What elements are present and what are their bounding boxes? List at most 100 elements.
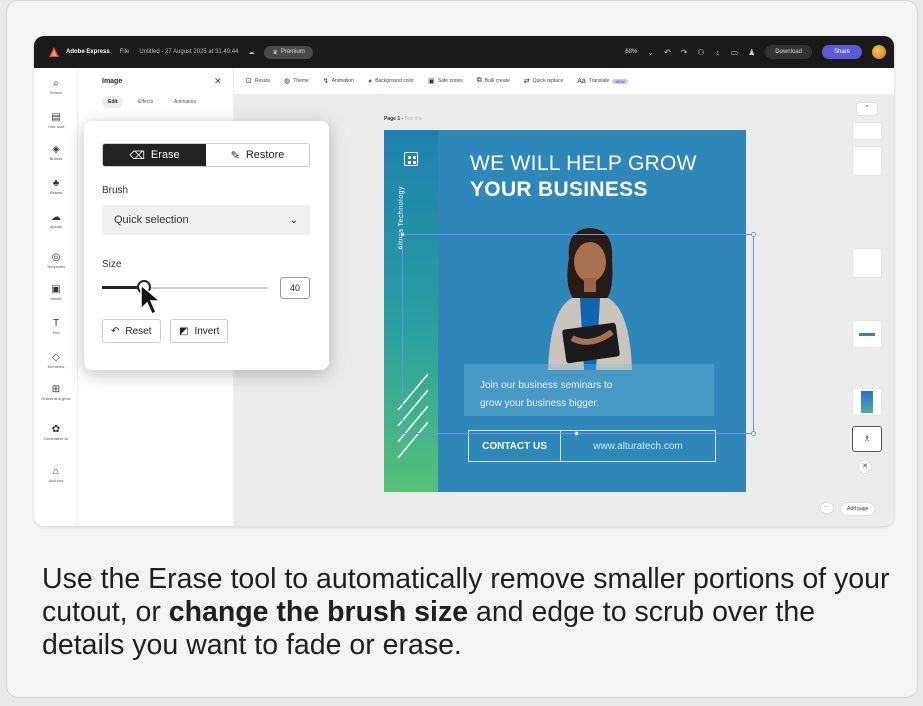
- brush-icon: ✎: [230, 149, 240, 162]
- erase-restore-toggle: ⌫ Erase ✎ Restore: [102, 143, 310, 167]
- page-thumbnail[interactable]: [852, 248, 882, 278]
- rail-item-search[interactable]: ⌕ Search: [34, 78, 78, 95]
- subtext-line-1[interactable]: Join our business seminars to: [480, 380, 612, 391]
- translate-button[interactable]: Aa Translate NEW: [577, 78, 628, 85]
- text-icon: T: [52, 318, 60, 329]
- tab-effects[interactable]: Effects: [132, 96, 159, 108]
- person-icon[interactable]: ♟: [748, 48, 755, 57]
- vertical-brand-text: Altura Technology: [398, 185, 405, 250]
- page-thumbnail[interactable]: [852, 320, 882, 348]
- restore-option[interactable]: ✎ Restore: [206, 144, 309, 166]
- reset-icon: ↶: [111, 325, 120, 337]
- rail-item-templates[interactable]: ◎ Templates: [34, 252, 78, 269]
- quick-replace-button[interactable]: ⇄ Quick replace: [524, 77, 563, 85]
- crown-icon: ♛: [272, 49, 278, 56]
- safe-zones-icon: ▣: [428, 78, 435, 85]
- ai-icon: ✿: [51, 424, 61, 435]
- rail-item-your-stuff[interactable]: ▤ Your stuff: [34, 112, 78, 129]
- selection-handle[interactable]: [751, 431, 756, 436]
- resize-label: Resize: [254, 78, 271, 84]
- more-options-icon[interactable]: ···: [820, 502, 834, 514]
- theme-icon: ◍: [284, 78, 291, 85]
- rail-item-generative-ai[interactable]: ✿ Generative AI: [34, 424, 78, 441]
- rail-label: Search: [49, 90, 63, 95]
- rail-item-text[interactable]: T Text: [34, 318, 78, 335]
- theme-label: Theme: [293, 78, 309, 84]
- rail-item-charts[interactable]: ⊞ Charts and grids: [34, 384, 78, 401]
- undo-icon[interactable]: ↶: [664, 48, 671, 57]
- rail-item-addons[interactable]: ⌂ Add-ons: [34, 466, 78, 483]
- subtext-line-2[interactable]: grow your business bigger.: [480, 398, 599, 409]
- invert-label: Invert: [194, 325, 220, 337]
- bulk-create-button[interactable]: ⧉ Bulk create: [477, 77, 510, 85]
- page-label[interactable]: Page 1 - Add title: [384, 116, 423, 122]
- translate-icon: Aa: [577, 77, 586, 85]
- headline-line-1[interactable]: WE WILL HELP GROW: [470, 152, 697, 176]
- page-thumbnail[interactable]: [852, 146, 882, 176]
- rail-item-elements[interactable]: ◇ Elements: [34, 352, 78, 369]
- erase-option[interactable]: ⌫ Erase: [103, 144, 206, 166]
- thumb-bar: [859, 332, 875, 336]
- page-thumbnail-active[interactable]: ♗: [852, 426, 882, 452]
- rail-label: Generative AI: [43, 436, 69, 441]
- reset-button[interactable]: ↶ Reset: [102, 319, 161, 343]
- rail-item-media[interactable]: ▣ Media: [34, 284, 78, 301]
- cloud-icon: ☁: [248, 49, 255, 56]
- design-page[interactable]: Altura Technology WE WILL HELP GROW YOUR…: [384, 130, 746, 492]
- add-page-button[interactable]: Add page: [840, 502, 876, 516]
- adobe-express-logo-icon: [49, 47, 59, 57]
- close-icon[interactable]: ✕: [858, 460, 872, 474]
- zoom-select[interactable]: 68%: [625, 49, 637, 55]
- tab-animation[interactable]: Animation: [168, 96, 202, 108]
- resize-button[interactable]: ⊡ Resize: [246, 77, 270, 85]
- premium-label: Premium: [280, 49, 305, 55]
- rail-item-brands[interactable]: ◈ Brands: [34, 144, 78, 161]
- brush-select[interactable]: Quick selection ⌄: [102, 205, 310, 235]
- erase-popup: ⌫ Erase ✎ Restore Brush Quick selection …: [84, 121, 329, 370]
- selection-handle[interactable]: [751, 232, 756, 237]
- invite-icon[interactable]: ⚇: [697, 48, 704, 57]
- mouse-cursor-icon: [140, 283, 163, 316]
- safe-zones-label: Safe zones: [437, 78, 463, 84]
- rail-item-assets[interactable]: ♣ Assets: [34, 178, 78, 195]
- charts-icon: ⊞: [51, 384, 61, 395]
- erase-label: Erase: [150, 149, 180, 161]
- invert-button[interactable]: ◩ Invert: [170, 319, 229, 343]
- headline-line-2[interactable]: YOUR BUSINESS: [470, 178, 648, 202]
- lightbulb-icon[interactable]: ♁: [715, 48, 721, 57]
- cta-box[interactable]: CONTACT US www.alturatech.com: [468, 430, 716, 462]
- tab-edit[interactable]: Edit: [102, 96, 124, 108]
- share-button[interactable]: Share: [821, 45, 862, 59]
- premium-button[interactable]: ♛ Premium: [264, 45, 313, 59]
- stripes-decoration: [397, 373, 429, 459]
- chevron-up-icon[interactable]: ⌃: [856, 102, 878, 116]
- safe-zones-button[interactable]: ▣ Safe zones: [428, 77, 463, 85]
- theme-button[interactable]: ◍ Theme: [284, 77, 309, 85]
- selection-handle[interactable]: [400, 232, 405, 237]
- download-button[interactable]: Download: [765, 45, 812, 59]
- selection-handle[interactable]: [574, 431, 579, 436]
- page-thumbnail[interactable]: [852, 388, 882, 416]
- avatar[interactable]: [872, 45, 886, 59]
- bulk-create-icon: ⧉: [476, 77, 482, 84]
- rail-label: Elements: [47, 364, 65, 369]
- rail-label: Add-ons: [48, 478, 64, 483]
- redo-icon[interactable]: ↷: [681, 48, 688, 57]
- page-thumbnail[interactable]: [852, 122, 882, 140]
- chevron-down-icon[interactable]: ⌄: [647, 48, 654, 57]
- left-rail: ⌕ Search ▤ Your stuff ◈ Brands ♣ Assets ☁ Upl…: [34, 68, 78, 526]
- file-menu[interactable]: File: [120, 49, 130, 55]
- restore-label: Restore: [245, 149, 285, 161]
- size-value-field[interactable]: 40: [280, 277, 310, 299]
- animation-button[interactable]: ↯ Animation: [323, 77, 354, 85]
- animation-label: Animation: [331, 78, 354, 84]
- rail-item-upload[interactable]: ☁ Upload: [34, 212, 78, 229]
- businesswoman-photo[interactable]: [534, 220, 644, 370]
- comment-icon[interactable]: ▭: [731, 48, 739, 57]
- animation-icon: ↯: [322, 78, 329, 85]
- close-icon[interactable]: ✕: [214, 76, 222, 87]
- background-color-button[interactable]: ● Background color: [368, 78, 414, 85]
- document-title[interactable]: Untitled - 27 August 2025 at 31.49.44: [139, 49, 238, 55]
- panel-title: Image: [102, 78, 123, 85]
- rail-label: Upload: [49, 224, 63, 229]
